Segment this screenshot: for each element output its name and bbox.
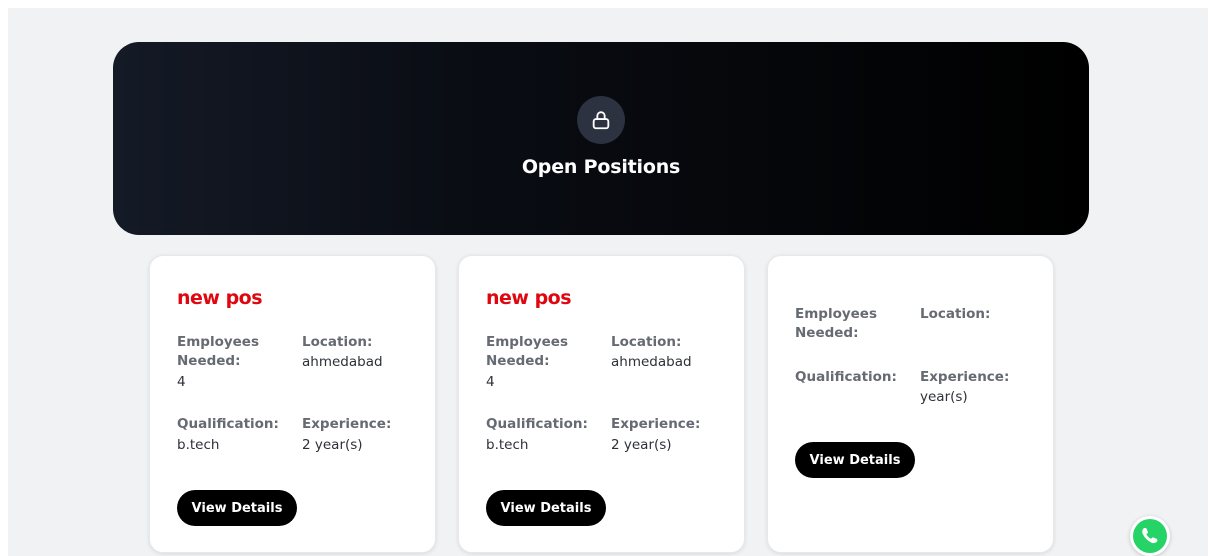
position-card: new pos Employees Needed: 4 Location: ah… [149, 255, 436, 553]
hero-icon-badge [577, 96, 625, 144]
whatsapp-icon [1133, 519, 1167, 553]
employees-needed-value: 4 [486, 374, 495, 390]
location-label: Location: [302, 334, 373, 350]
whatsapp-button[interactable] [1130, 516, 1170, 556]
qualification-value: b.tech [177, 437, 220, 453]
page-title: Open Positions [521, 156, 681, 178]
lock-icon [592, 111, 610, 130]
employees-needed-value: 4 [177, 374, 186, 390]
experience-label: Experience: [611, 416, 701, 432]
qualification-label: Qualification: [177, 416, 279, 432]
location-value: ahmedabad [611, 354, 692, 370]
location-label: Location: [611, 334, 682, 350]
view-details-button[interactable]: View Details [795, 442, 915, 478]
experience-label: Experience: [302, 416, 392, 432]
experience-value: year(s) [920, 389, 968, 405]
employees-needed-label: Employees Needed: [795, 306, 878, 341]
employees-needed-label: Employees Needed: [486, 334, 569, 369]
experience-value: 2 year(s) [302, 437, 363, 453]
position-card: new pos Employees Needed: 4 Location: ah… [458, 255, 745, 553]
location-label: Location: [920, 306, 991, 322]
qualification-value: b.tech [486, 437, 529, 453]
experience-value: 2 year(s) [611, 437, 672, 453]
qualification-label: Qualification: [486, 416, 588, 432]
position-title: new pos [177, 287, 263, 309]
location-value: ahmedabad [302, 354, 383, 370]
position-title: new pos [486, 287, 572, 309]
position-card: Employees Needed: Location: Qualificatio… [767, 255, 1054, 553]
experience-label: Experience: [920, 369, 1010, 385]
employees-needed-label: Employees Needed: [177, 334, 260, 369]
qualification-label: Qualification: [795, 369, 897, 385]
view-details-button[interactable]: View Details [486, 490, 606, 526]
view-details-button[interactable]: View Details [177, 490, 297, 526]
